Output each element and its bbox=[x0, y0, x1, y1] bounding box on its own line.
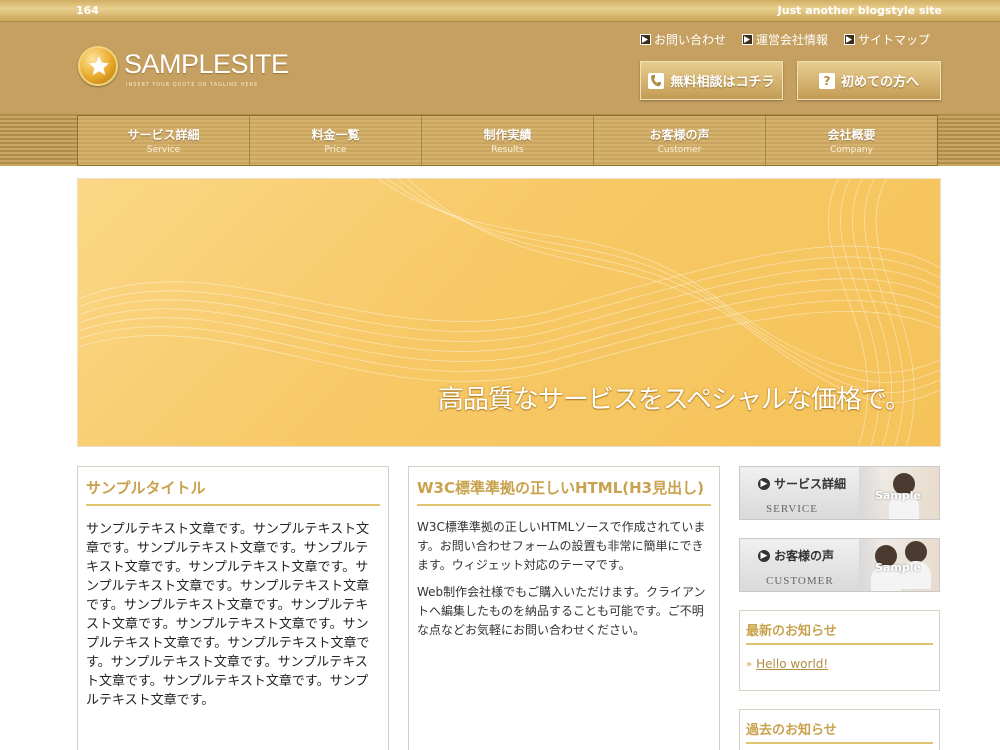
news-link-hello-world[interactable]: Hello world! bbox=[756, 657, 828, 671]
sample-stamp: Sample bbox=[875, 561, 921, 574]
top-strip: 164 Just another blogstyle site bbox=[0, 0, 1000, 22]
arrow-square-icon bbox=[843, 34, 855, 45]
customer-voice-banner[interactable]: ▶ お客様の声 CUSTOMER Sample bbox=[739, 538, 940, 592]
service-banner-title: ▶ サービス詳細 bbox=[758, 475, 846, 492]
customer-banner-title: ▶ お客様の声 bbox=[758, 547, 834, 564]
util-link-company[interactable]: 運営会社情報 bbox=[741, 31, 828, 48]
w3c-title: W3C標準準拠の正しいHTML(H3見出し) bbox=[417, 477, 711, 506]
first-time-visitors-button[interactable]: ? 初めての方へ bbox=[797, 61, 941, 100]
sample-stamp: Sample bbox=[875, 489, 921, 502]
nav-item-sublabel: Price bbox=[324, 145, 347, 155]
logo-tagline: INSERT YOUR QUOTE OR TAGLINE HERE bbox=[126, 82, 259, 88]
banner-title-text: サービス詳細 bbox=[774, 477, 847, 491]
nav-item-service[interactable]: サービス詳細 Service bbox=[78, 116, 250, 165]
w3c-content-box: W3C標準準拠の正しいHTML(H3見出し) W3C標準準拠の正しいHTMLソー… bbox=[408, 466, 720, 750]
nav-item-price[interactable]: 料金一覧 Price bbox=[250, 116, 422, 165]
nav-item-sublabel: Results bbox=[491, 145, 524, 155]
main-nav: サービス詳細 Service 料金一覧 Price 制作実績 Results お… bbox=[77, 115, 938, 166]
phone-icon bbox=[648, 72, 665, 89]
w3c-paragraph-1: W3C標準準拠の正しいHTMLソースで作成されています。お問い合わせフォームの設… bbox=[417, 520, 706, 572]
question-icon: ? bbox=[818, 72, 835, 89]
banner-subtitle: SERVICE bbox=[766, 503, 818, 515]
banner-subtitle: CUSTOMER bbox=[766, 575, 834, 587]
banner-title-text: お客様の声 bbox=[774, 549, 835, 563]
service-banner[interactable]: ▶ サービス詳細 SERVICE Sample bbox=[739, 466, 940, 520]
arrow-circle-icon: ▶ bbox=[758, 549, 770, 562]
sample-text: サンプルテキスト文章です。サンプルテキスト文章です。サンプルテキスト文章です。サ… bbox=[86, 522, 370, 708]
site-id-text: 164 bbox=[76, 4, 99, 17]
past-news-box: 過去のお知らせ bbox=[739, 709, 940, 750]
util-link-label: 運営会社情報 bbox=[755, 33, 828, 47]
nav-item-sublabel: Customer bbox=[657, 145, 702, 155]
nav-item-results[interactable]: 制作実績 Results bbox=[422, 116, 594, 165]
header: SAMPLESITE INSERT YOUR QUOTE OR TAGLINE … bbox=[0, 22, 1000, 114]
logo-text: SAMPLESITE bbox=[124, 49, 289, 79]
arrow-square-icon bbox=[639, 34, 651, 45]
past-news-title: 過去のお知らせ bbox=[746, 719, 933, 744]
nav-item-sublabel: Company bbox=[830, 145, 873, 155]
latest-news-title: 最新のお知らせ bbox=[746, 620, 933, 645]
nav-item-label: 料金一覧 bbox=[311, 128, 360, 142]
nav-item-label: サービス詳細 bbox=[127, 128, 200, 142]
arrow-circle-icon: ▶ bbox=[758, 477, 770, 490]
hero-banner: 高品質なサービスをスペシャルな価格で。 bbox=[77, 178, 941, 447]
cta-label: 初めての方へ bbox=[840, 75, 919, 90]
site-logo[interactable]: SAMPLESITE INSERT YOUR QUOTE OR TAGLINE … bbox=[78, 46, 289, 94]
nav-item-label: 制作実績 bbox=[483, 128, 532, 142]
sample-content-box: サンプルタイトル サンプルテキスト文章です。サンプルテキスト文章です。サンプルテ… bbox=[77, 466, 389, 750]
util-link-contact[interactable]: お問い合わせ bbox=[639, 31, 726, 48]
cta-label: 無料相談はコチラ bbox=[670, 75, 775, 90]
site-description: Just another blogstyle site bbox=[777, 4, 942, 17]
latest-news-box: 最新のお知らせ » Hello world! bbox=[739, 610, 940, 691]
utility-links: お問い合わせ 運営会社情報 サイトマップ bbox=[639, 31, 930, 48]
util-link-label: お問い合わせ bbox=[653, 33, 726, 47]
nav-item-label: お客様の声 bbox=[649, 128, 710, 142]
hero-copy: 高品質なサービスをスペシャルな価格で。 bbox=[437, 385, 911, 415]
star-icon bbox=[78, 46, 118, 86]
util-link-label: サイトマップ bbox=[857, 33, 930, 47]
nav-item-customer[interactable]: お客様の声 Customer bbox=[594, 116, 766, 165]
arrow-square-icon bbox=[741, 34, 753, 45]
nav-item-label: 会社概要 bbox=[827, 128, 876, 142]
news-item: » Hello world! bbox=[746, 657, 933, 671]
util-link-sitemap[interactable]: サイトマップ bbox=[843, 31, 930, 48]
nav-item-company[interactable]: 会社概要 Company bbox=[766, 116, 937, 165]
sample-title: サンプルタイトル bbox=[86, 477, 380, 506]
person-head bbox=[905, 541, 927, 563]
nav-item-sublabel: Service bbox=[146, 145, 181, 155]
arrow-icon: » bbox=[746, 658, 753, 670]
w3c-paragraph-2: Web制作会社様でもご購入いただけます。クライアントへ編集したものを納品すること… bbox=[417, 585, 706, 637]
free-consultation-button[interactable]: 無料相談はコチラ bbox=[640, 61, 783, 100]
